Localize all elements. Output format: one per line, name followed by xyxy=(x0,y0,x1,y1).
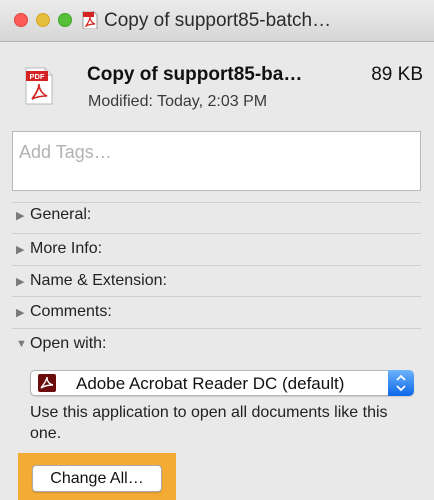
tags-input[interactable] xyxy=(13,132,420,173)
open-with-hint: Use this application to open all documen… xyxy=(30,404,388,442)
section-name-extension[interactable]: ▶ Name & Extension: xyxy=(16,268,167,294)
pdf-document-icon: PDF xyxy=(25,67,53,105)
change-all-button[interactable]: Change All… xyxy=(32,465,162,492)
divider xyxy=(12,265,421,266)
selected-app-label: Adobe Acrobat Reader DC (default) xyxy=(76,374,345,393)
disclosure-triangle-expanded-icon[interactable]: ▼ xyxy=(16,338,30,350)
disclosure-triangle-icon[interactable]: ▶ xyxy=(16,275,30,288)
close-icon[interactable] xyxy=(14,13,28,27)
window-title: Copy of support85-batch… xyxy=(104,10,332,31)
divider xyxy=(12,296,421,297)
section-general[interactable]: ▶ General: xyxy=(16,202,91,228)
minimize-icon[interactable] xyxy=(36,13,50,27)
section-label: Open with: xyxy=(30,335,107,352)
pdf-document-icon xyxy=(82,11,98,29)
file-size: 89 KB xyxy=(371,64,423,85)
section-more-info[interactable]: ▶ More Info: xyxy=(16,236,102,262)
window-titlebar[interactable]: Copy of support85-batch… xyxy=(0,0,434,42)
popup-stepper-icon[interactable] xyxy=(388,370,414,396)
section-comments[interactable]: ▶ Comments: xyxy=(16,299,112,325)
section-open-with[interactable]: ▼ Open with: xyxy=(16,331,106,357)
zoom-icon[interactable] xyxy=(58,13,72,27)
divider xyxy=(12,233,421,234)
acrobat-reader-icon xyxy=(38,374,56,392)
divider xyxy=(12,328,421,329)
disclosure-triangle-icon[interactable]: ▶ xyxy=(16,243,30,256)
tags-field[interactable] xyxy=(12,131,421,191)
section-label: Name & Extension: xyxy=(30,272,167,289)
section-label: More Info: xyxy=(30,240,103,257)
section-label: General: xyxy=(30,206,92,223)
file-modified-date: Modified: Today, 2:03 PM xyxy=(88,93,268,110)
disclosure-triangle-icon[interactable]: ▶ xyxy=(16,209,30,222)
pdf-badge-label: PDF xyxy=(30,72,45,81)
disclosure-triangle-icon[interactable]: ▶ xyxy=(16,306,30,319)
open-with-app-select[interactable]: Adobe Acrobat Reader DC (default) xyxy=(30,370,414,396)
file-name: Copy of support85-ba… xyxy=(87,64,303,85)
section-label: Comments: xyxy=(30,303,112,320)
chevron-up-down-icon xyxy=(396,374,406,392)
